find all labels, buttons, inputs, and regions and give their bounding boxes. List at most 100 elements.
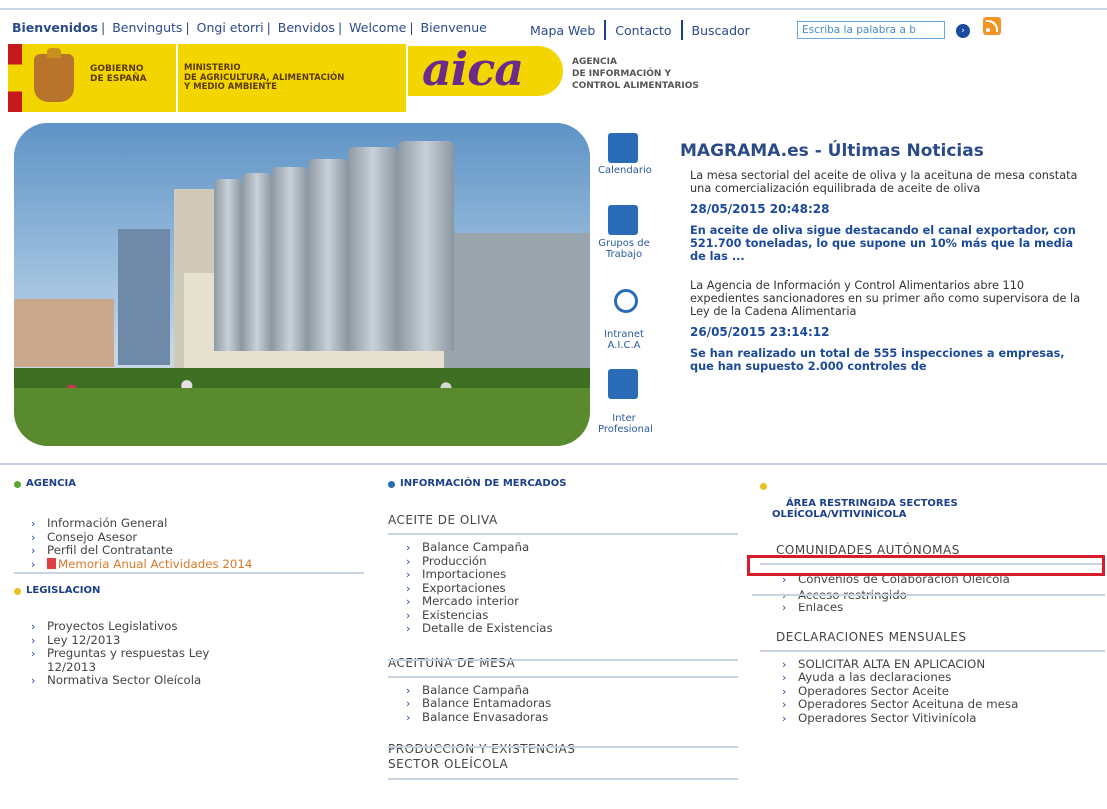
rss-icon[interactable]	[983, 17, 1001, 35]
aica-logo[interactable]: aica AGENCIA DE INFORMACIÓN Y CONTROL AL…	[408, 42, 733, 112]
aceituna-item[interactable]: › Balance Envasadoras	[406, 710, 738, 725]
arrow-icon: ›	[782, 711, 787, 725]
arrow-icon: ›	[782, 698, 787, 711]
declaraciones-item[interactable]: › SOLICITAR ALTA EN APLICACION	[782, 657, 1105, 672]
restringida-heading: ÁREA RESTRINGIDA SECTORES OLEÍCOLA/VITIV…	[760, 476, 1105, 531]
ccaa-item[interactable]: › Enlaces	[782, 603, 1105, 612]
agencia-item[interactable]: › Consejo Asesor	[31, 530, 364, 545]
news-item-date: 28/05/2015 20:48:28	[690, 202, 830, 216]
buscador-label: Buscador	[691, 23, 750, 38]
agencia-item-memoria[interactable]: › Memoria Anual Actividades 2014	[31, 557, 364, 572]
lang-en-link[interactable]: Welcome	[349, 20, 406, 35]
gobierno-logo[interactable]: GOBIERNO DE ESPAÑA	[8, 44, 176, 112]
search-input[interactable]: Escriba la palabra a b	[797, 21, 945, 39]
globe-icon[interactable]	[614, 289, 638, 313]
aceite-item[interactable]: › Importaciones	[406, 567, 738, 582]
language-bar: Bienvenidos | Benvinguts | Ongi etorri | Be…	[12, 20, 487, 35]
pdf-icon	[47, 557, 56, 569]
section-divider	[14, 572, 364, 574]
aceite-heading[interactable]: ACEITE DE OLIVA	[388, 507, 738, 535]
lang-eu-link[interactable]: Ongi etorri	[197, 20, 264, 35]
news-item-text[interactable]: La mesa sectorial del aceite de oliva y …	[690, 169, 1090, 195]
arrow-icon: ›	[406, 595, 411, 608]
agencia-item[interactable]: › Perfil del Contratante	[31, 543, 364, 558]
green-dot-icon	[14, 481, 21, 488]
blue-dot-icon	[388, 481, 395, 488]
aceite-item[interactable]: › Mercado interior	[406, 594, 738, 609]
aceituna-heading[interactable]: ACEITUNA DE MESA	[388, 650, 738, 678]
legislacion-item[interactable]: › Preguntas y respuestas Ley 12/2013	[31, 646, 257, 674]
agencia-column: AGENCIA › Información General › Consejo As…	[14, 466, 364, 688]
work-groups-icon[interactable]	[608, 205, 638, 235]
arrow-icon: ›	[31, 530, 36, 544]
arrow-icon: ›	[31, 620, 36, 633]
declaraciones-item[interactable]: › Operadores Sector Vitivinícola	[782, 711, 1105, 726]
news-panel: MAGRAMA.es - Últimas Noticias La mesa se…	[680, 141, 1090, 373]
agencia-heading: AGENCIA	[14, 478, 364, 489]
section-divider	[388, 659, 738, 661]
arrow-icon: ›	[406, 608, 411, 622]
mapa-web-link[interactable]: Mapa Web	[530, 23, 595, 38]
spain-flag-icon	[8, 44, 22, 112]
lang-es-link[interactable]: Bienvenidos	[12, 20, 98, 35]
calendar-icon[interactable]	[608, 133, 638, 163]
mercados-column: INFORMACIÓN DE MERCADOS ACEITE DE OLIVA …	[388, 466, 738, 780]
legislacion-item[interactable]: › Ley 12/2013	[31, 633, 364, 648]
agencia-item[interactable]: › Información General	[31, 516, 364, 531]
section-divider	[0, 463, 1107, 465]
hero-photo	[14, 123, 590, 446]
arrow-icon: ›	[31, 557, 36, 571]
aceituna-list: › Balance Campaña › Balance Entamadoras › B…	[406, 683, 738, 725]
declaraciones-item[interactable]: › Ayuda a las declaraciones	[782, 670, 1105, 685]
ccaa-list: ›Convenios de Colaboración Oleícola ›Acc…	[782, 573, 1105, 612]
aica-wordmark: aica	[422, 42, 524, 96]
arrow-icon: ›	[406, 683, 411, 697]
aceite-item[interactable]: › Exportaciones	[406, 581, 738, 596]
lang-gl-link[interactable]: Benvidos	[278, 20, 335, 35]
aceite-item[interactable]: › Producción	[406, 554, 738, 569]
search-go-button[interactable]: ›	[956, 24, 970, 38]
arrow-icon: ›	[782, 657, 787, 671]
arrow-icon: ›	[406, 541, 411, 554]
aceite-list: › Balance Campaña › Producción › Importacio…	[406, 540, 738, 636]
arrow-icon: ›	[782, 671, 787, 684]
ministerio-logo[interactable]: MINISTERIO DE AGRICULTURA, ALIMENTACIÓN …	[178, 44, 406, 112]
aceite-item[interactable]: › Balance Campaña	[406, 540, 738, 555]
interprofesional-icon[interactable]	[608, 369, 638, 399]
arrow-icon: ›	[31, 647, 36, 660]
arrow-icon: ›	[31, 544, 36, 557]
news-item-headline[interactable]: Se han realizado un total de 555 inspecc…	[690, 347, 1090, 373]
arrow-icon: ›	[31, 517, 36, 530]
declaraciones-item[interactable]: › Operadores Sector Aceite	[782, 684, 1105, 699]
legislacion-list: › Proyectos Legislativos › Ley 12/2013 › Pr…	[31, 619, 364, 688]
declaraciones-item[interactable]: › Operadores Sector Aceituna de mesa	[782, 697, 1048, 712]
arrow-icon: ›	[406, 622, 411, 635]
legislacion-item[interactable]: › Proyectos Legislativos	[31, 619, 364, 634]
aceite-item[interactable]: › Existencias	[406, 608, 738, 623]
legislacion-item[interactable]: › Normativa Sector Oleícola	[31, 673, 364, 688]
mercados-heading: INFORMACIÓN DE MERCADOS	[388, 478, 738, 489]
declaraciones-heading[interactable]: DECLARACIONES MENSUALES	[760, 624, 1105, 652]
arrow-icon: ›	[782, 602, 787, 612]
grupos-label[interactable]: Grupos de Trabajo	[598, 238, 650, 260]
yellow-dot-icon	[760, 483, 767, 490]
produccion-heading[interactable]: PRODUCCION Y EXISTENCIAS SECTOR OLEÍCOLA	[388, 736, 738, 780]
aceituna-item[interactable]: › Balance Entamadoras	[406, 696, 738, 711]
legislacion-heading: LEGISLACION	[14, 585, 364, 596]
agencia-list: › Información General › Consejo Asesor › Pe…	[31, 516, 364, 572]
news-item-headline[interactable]: En aceite de oliva sigue destacando el c…	[690, 224, 1090, 263]
aceituna-item[interactable]: › Balance Campaña	[406, 683, 738, 698]
lang-fr-link[interactable]: Bienvenue	[421, 20, 487, 35]
calendario-label[interactable]: Calendario	[598, 165, 652, 176]
arrow-icon: ›	[406, 568, 411, 581]
aica-logo-shape: aica	[408, 42, 563, 96]
aceite-item[interactable]: › Detalle de Existencias	[406, 621, 738, 636]
section-divider	[752, 594, 1105, 596]
contacto-link[interactable]: Contacto	[615, 23, 671, 38]
coat-of-arms-icon	[34, 48, 74, 102]
lang-ca-link[interactable]: Benvinguts	[112, 20, 182, 35]
section-divider	[388, 746, 738, 748]
news-item-text[interactable]: La Agencia de Información y Control Alim…	[690, 279, 1090, 318]
interprofesional-label[interactable]: Inter Profesional	[598, 413, 653, 435]
intranet-label[interactable]: Intranet A.I.C.A	[598, 329, 650, 351]
